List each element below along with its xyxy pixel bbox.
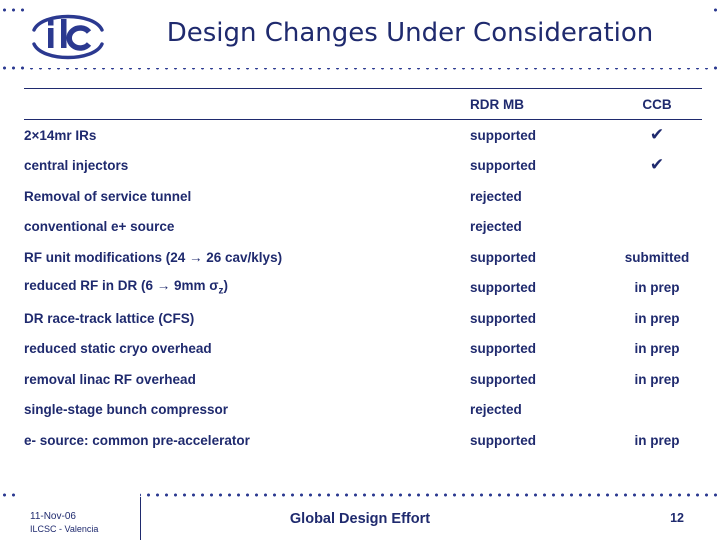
- row-ccb-status: [612, 181, 702, 212]
- ilc-logo-icon: [32, 14, 104, 60]
- column-header-item: [24, 88, 468, 120]
- page-title: Design Changes Under Consideration: [166, 18, 654, 48]
- row-rdr-status: rejected: [470, 402, 522, 418]
- design-changes-table: RDR MB CCB 2×14mr IRs supported ✔ central i…: [24, 88, 702, 456]
- row-ccb-status: in prep: [634, 280, 680, 296]
- row-ccb-status: in prep: [634, 371, 680, 387]
- row-rdr-status: supported: [470, 158, 536, 174]
- row-ccb-status: in prep: [634, 341, 680, 357]
- row-ccb-status: in prep: [634, 310, 680, 326]
- table-header-row: RDR MB CCB: [24, 88, 702, 120]
- row-item-label: e- source: common pre-accelerator: [24, 432, 250, 448]
- row-item-label: conventional e+ source: [24, 219, 175, 235]
- row-ccb-check-icon: ✔: [612, 151, 702, 182]
- table-row: DR race-track lattice (CFS) supported in p…: [24, 303, 702, 334]
- row-ccb-check-icon: ✔: [612, 120, 702, 151]
- table-row: RF unit modifications (24 → 26 cav/klys)…: [24, 242, 702, 273]
- row-rdr-status: rejected: [470, 219, 522, 235]
- row-rdr-status: supported: [470, 127, 536, 143]
- row-item-label: 2×14mr IRs: [24, 127, 97, 143]
- row-item-label: reduced RF in DR (6 → 9mm σz): [24, 278, 229, 298]
- row-item-label: central injectors: [24, 158, 129, 174]
- table-row: reduced static cryo overhead supported in …: [24, 334, 702, 365]
- row-item-label: removal linac RF overhead: [24, 371, 196, 387]
- row-item-label: DR race-track lattice (CFS): [24, 310, 195, 326]
- row-item-label: RF unit modifications (24 → 26 cav/klys): [24, 249, 283, 265]
- row-item-label: reduced static cryo overhead: [24, 341, 212, 357]
- table-row: e- source: common pre-accelerator support…: [24, 425, 702, 456]
- footer-page-number: 12: [670, 511, 684, 525]
- slide-header: Design Changes Under Consideration: [0, 0, 720, 76]
- table-row: reduced RF in DR (6 → 9mm σz) supported in…: [24, 273, 702, 304]
- check-icon: ✔: [649, 124, 665, 145]
- row-item-label: single-stage bunch compressor: [24, 402, 229, 418]
- row-rdr-status: supported: [470, 280, 536, 296]
- row-ccb-status: submitted: [624, 249, 690, 265]
- row-rdr-status: supported: [470, 341, 536, 357]
- table-row: conventional e+ source rejected: [24, 212, 702, 243]
- row-rdr-status: rejected: [470, 188, 522, 204]
- column-header-ccb: CCB: [612, 88, 702, 120]
- row-ccb-status: in prep: [634, 432, 680, 448]
- table-row: single-stage bunch compressor rejected: [24, 395, 702, 426]
- row-rdr-status: supported: [470, 310, 536, 326]
- table-body: 2×14mr IRs supported ✔ central injectors sup…: [24, 120, 702, 456]
- row-ccb-status: [612, 395, 702, 426]
- row-rdr-status: supported: [470, 371, 536, 387]
- row-item-label: Removal of service tunnel: [24, 188, 192, 204]
- row-rdr-status: supported: [470, 432, 536, 448]
- row-rdr-status: supported: [470, 249, 536, 265]
- row-ccb-status: [612, 212, 702, 243]
- table-row: Removal of service tunnel rejected: [24, 181, 702, 212]
- footer-center-text: Global Design Effort: [289, 511, 431, 527]
- table-row: removal linac RF overhead supported in pre…: [24, 364, 702, 395]
- column-header-rdr-mb: RDR MB: [468, 88, 612, 120]
- check-icon: ✔: [649, 155, 665, 176]
- design-changes-table-wrapper: RDR MB CCB 2×14mr IRs supported ✔ central i…: [24, 88, 702, 456]
- table-row: central injectors supported ✔: [24, 151, 702, 182]
- ilc-logo: [28, 6, 108, 68]
- table-row: 2×14mr IRs supported ✔: [24, 120, 702, 151]
